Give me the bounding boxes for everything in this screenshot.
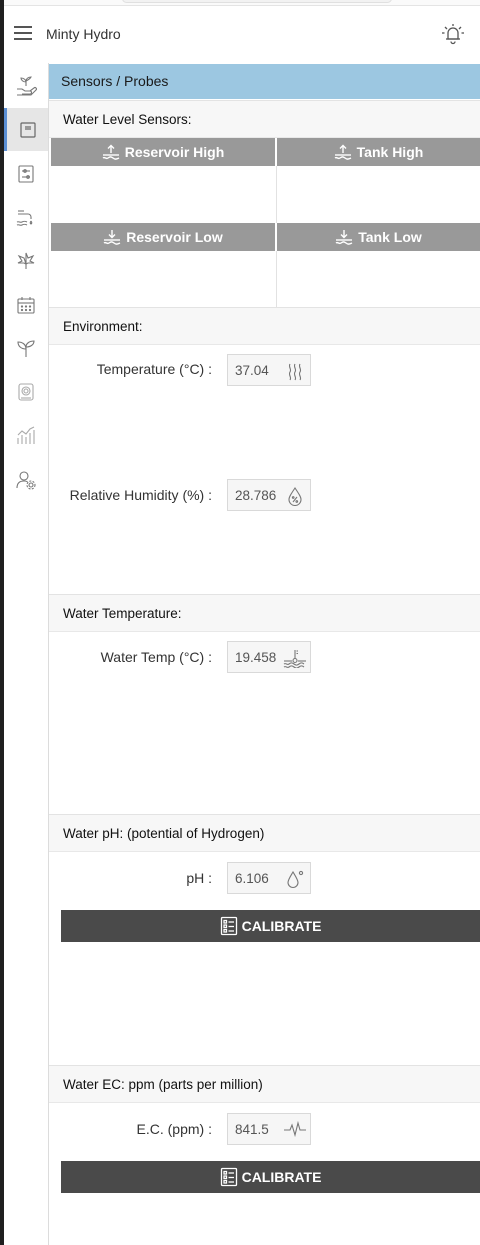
tank-high-header: Tank High — [277, 138, 480, 166]
ph-calibrate-button[interactable]: CALIBRATE — [61, 910, 480, 942]
ec-label: E.C. (ppm) : — [136, 1121, 212, 1137]
humidity-readout: 28.786 — [227, 479, 311, 511]
heat-waves-icon — [288, 363, 302, 381]
checklist-icon — [220, 1167, 237, 1187]
humidity-value: 28.786 — [235, 488, 277, 503]
water-temp-label: Water Temp (°C) : — [100, 649, 212, 665]
tank-low-label: Tank Low — [358, 229, 422, 245]
water-level-section-header: Water Level Sensors: — [49, 100, 480, 138]
ph-value: 6.106 — [235, 871, 269, 886]
chart-icon — [17, 426, 35, 444]
temperature-value: 37.04 — [235, 363, 269, 378]
level-low-icon — [335, 230, 353, 245]
ec-calibrate-button[interactable]: CALIBRATE — [61, 1161, 480, 1193]
section-title: Water pH: (potential of Hydrogen) — [63, 826, 265, 841]
ec-value: 841.5 — [235, 1122, 269, 1137]
high-sensor-status-row — [51, 166, 480, 222]
sidebar-item-schedule[interactable] — [4, 283, 48, 326]
sidebar-item-sensors[interactable] — [4, 108, 48, 151]
sprout-icon — [17, 339, 35, 357]
environment-section-header: Environment: — [49, 307, 480, 345]
sidebar-item-strains[interactable] — [4, 239, 48, 282]
tank-low-header: Tank Low — [277, 223, 480, 251]
alarm-bell-icon[interactable] — [440, 21, 466, 47]
low-sensor-status-row — [51, 251, 480, 307]
sidebar-item-controls[interactable] — [4, 152, 48, 195]
main-content: Sensors / Probes Water Level Sensors: Re… — [49, 63, 480, 1245]
ph-readout: 6.106 — [227, 862, 311, 894]
water-temperature-section-header: Water Temperature: — [49, 594, 480, 632]
ec-section-header: Water EC: ppm (parts per million) — [49, 1065, 480, 1103]
leaf-icon — [17, 252, 35, 269]
browser-top-strip — [4, 0, 480, 6]
sidebar-item-device[interactable] — [4, 370, 48, 413]
humidity-label: Relative Humidity (%) : — [69, 487, 212, 503]
calibrate-label: CALIBRATE — [241, 918, 322, 934]
ec-readout: 841.5 — [227, 1113, 311, 1145]
sidebar-item-pumps[interactable] — [4, 195, 48, 238]
section-title: Environment: — [63, 319, 143, 334]
calibrate-label: CALIBRATE — [241, 1169, 322, 1185]
sidebar — [4, 63, 49, 1245]
page-title: Sensors / Probes — [61, 73, 169, 89]
sensor-probe-icon — [19, 121, 36, 138]
tank-high-label: Tank High — [356, 144, 424, 160]
app-header: Minty Hydro — [4, 7, 480, 63]
water-pump-icon — [16, 209, 33, 226]
address-pill — [122, 0, 392, 3]
humidity-drop-icon — [288, 487, 302, 506]
calendar-icon — [17, 296, 35, 314]
section-title: Water Temperature: — [63, 606, 182, 621]
checklist-icon — [220, 916, 237, 936]
section-title: Water EC: ppm (parts per million) — [63, 1077, 263, 1092]
ph-drop-icon — [287, 870, 304, 888]
reservoir-low-header: Reservoir Low — [51, 223, 275, 251]
temperature-label: Temperature (°C) : — [96, 361, 212, 377]
level-low-icon — [103, 230, 121, 245]
temperature-readout: 37.04 — [227, 354, 311, 386]
device-icon — [18, 382, 34, 401]
reservoir-low-label: Reservoir Low — [126, 229, 223, 245]
water-thermometer-icon — [283, 650, 306, 668]
reservoir-high-header: Reservoir High — [51, 138, 275, 166]
hamburger-menu-icon[interactable] — [13, 24, 33, 42]
app-title: Minty Hydro — [46, 26, 121, 42]
level-high-icon — [102, 144, 120, 160]
column-divider — [276, 166, 277, 223]
user-settings-icon — [16, 470, 36, 490]
section-title: Water Level Sensors: — [63, 112, 192, 127]
sidebar-item-plants[interactable] — [4, 63, 48, 106]
plant-hand-icon — [17, 75, 37, 96]
page-title-bar: Sensors / Probes — [49, 64, 480, 99]
reservoir-high-label: Reservoir High — [124, 144, 225, 160]
sidebar-item-grow[interactable] — [4, 327, 48, 370]
controls-icon — [18, 164, 34, 183]
water-temp-value: 19.458 — [235, 650, 277, 665]
ph-label: pH : — [186, 870, 212, 886]
sidebar-item-charts[interactable] — [4, 414, 48, 457]
sidebar-item-user-settings[interactable] — [4, 458, 48, 501]
column-divider — [276, 251, 277, 307]
ph-section-header: Water pH: (potential of Hydrogen) — [49, 814, 480, 852]
pulse-wave-icon — [284, 1120, 306, 1138]
level-high-icon — [334, 144, 351, 160]
water-temp-readout: 19.458 — [227, 641, 311, 673]
